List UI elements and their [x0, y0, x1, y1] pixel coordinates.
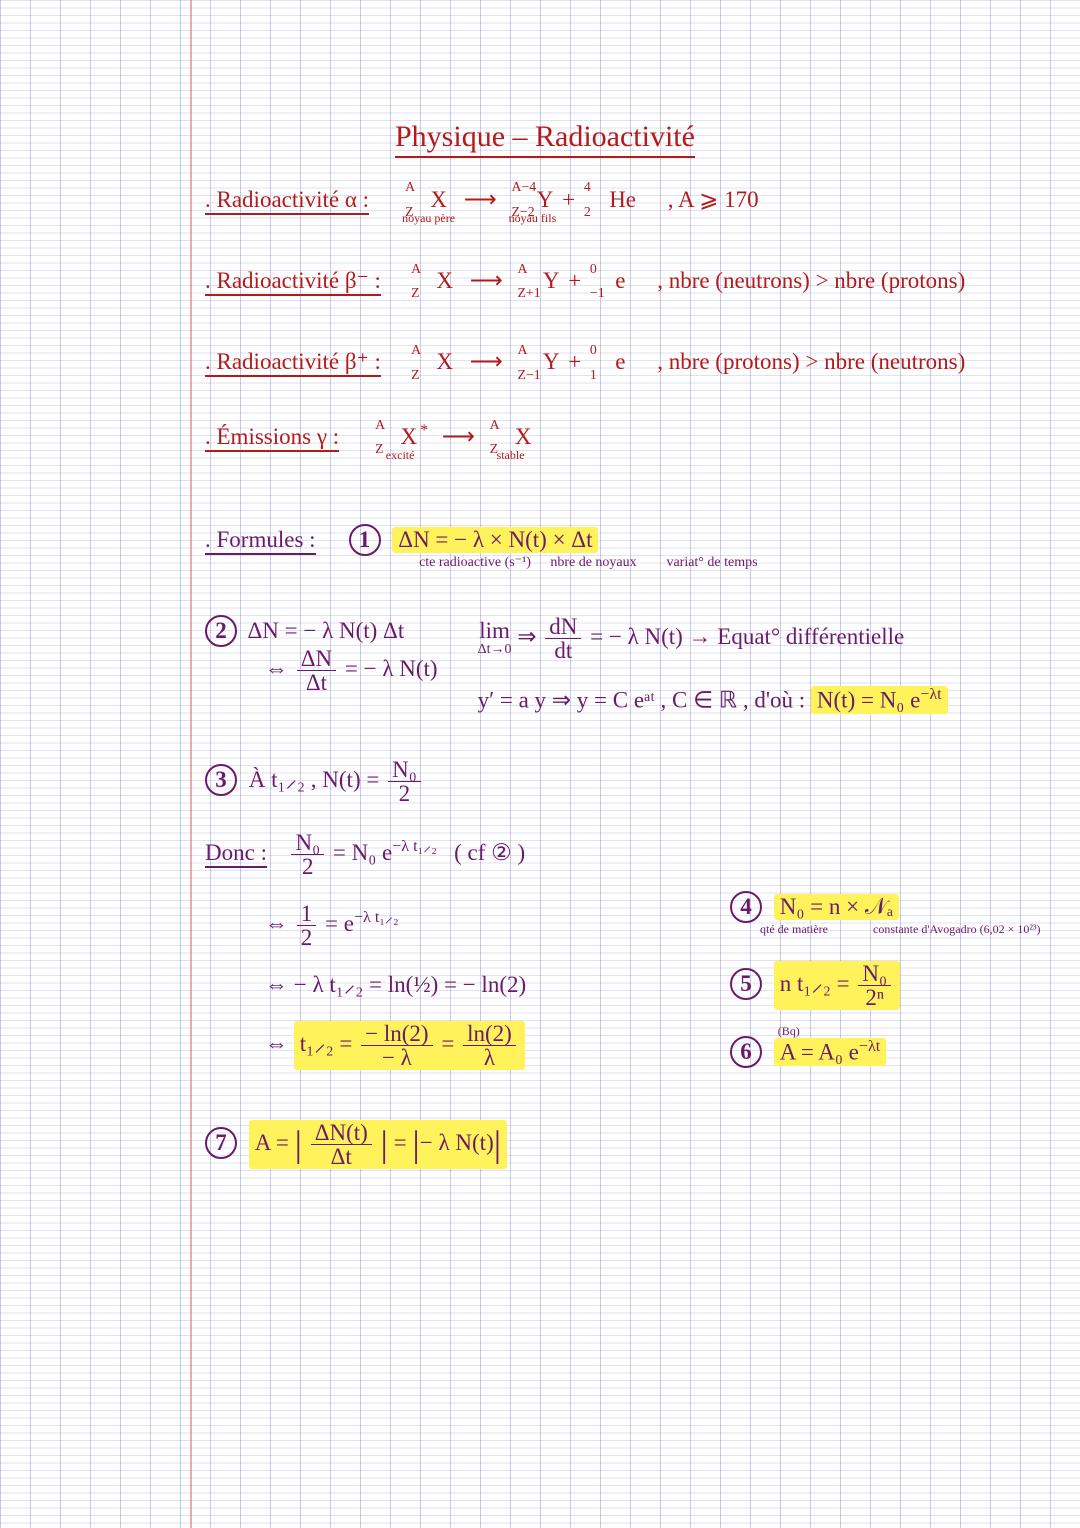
handwritten-notes: Physique – Radioactivité . Radioactivité…: [205, 120, 1060, 1195]
bullet-7: 7: [205, 1127, 237, 1159]
section-gamma: . Émissions γ : AZX* excité ⟶ AZX stable: [205, 423, 1060, 452]
section-formules: . Formules : 1 ΔN = − λ × N(t) × Δt cte …: [205, 524, 1060, 571]
bullet-5: 5: [730, 968, 762, 1000]
formula-1: ΔN = − λ × N(t) × Δt: [392, 527, 598, 553]
formula-7: 7 A = | ΔN(t)Δt | = |− λ N(t)|: [205, 1120, 1060, 1169]
bullet-1: 1: [349, 524, 381, 556]
arrow-icon: ⟶: [464, 188, 495, 212]
formula-4: N₀ = n × 𝒩ₐ: [774, 894, 899, 920]
formula-6: A = A₀ e−λt: [774, 1038, 887, 1066]
alpha-condition: , A ⩾ 170: [668, 187, 759, 212]
bullet-2: 2: [205, 615, 237, 647]
beta-plus-condition: , nbre (protons) > nbre (neutrons): [657, 349, 965, 374]
beta-plus-label: . Radioactivité β⁺ :: [205, 350, 381, 377]
bullet-4: 4: [730, 891, 762, 923]
formula-2-block: 2 ΔN = − λ N(t) Δt ⇔ ΔNΔt = − λ N(t) lim…: [205, 615, 1060, 714]
margin-line: [190, 0, 192, 1528]
gamma-label: . Émissions γ :: [205, 425, 339, 452]
bullet-3: 3: [205, 764, 237, 796]
alpha-label: . Radioactivité α :: [205, 188, 369, 215]
half-life-result: t₁⸝₂ = − ln(2)− λ = ln(2)λ: [294, 1021, 525, 1070]
formula-3: 3 À t₁⸝₂ , N(t) = N₀2: [205, 758, 1060, 805]
page-title: Physique – Radioactivité: [395, 120, 695, 158]
formules-label: . Formules :: [205, 528, 316, 555]
formula-2-result: N(t) = N₀ e−λt: [811, 686, 948, 714]
arrow-icon: ⟶: [470, 350, 501, 374]
section-beta-plus: . Radioactivité β⁺ : AZX ⟶ AZ−1Y + 01e ,…: [205, 350, 1060, 377]
section-alpha: . Radioactivité α : AZX noyau père ⟶ A−4…: [205, 188, 1060, 215]
section-beta-minus: . Radioactivité β⁻ : AZX ⟶ AZ+1Y + 0−1e …: [205, 269, 1060, 296]
donc-block: Donc : N₀2 = N₀ e−λ t₁⸝₂ ( cf ② ) ⇔ 12 =…: [205, 831, 1060, 1095]
bullet-6: 6: [730, 1036, 762, 1068]
beta-minus-label: . Radioactivité β⁻ :: [205, 269, 381, 296]
beta-minus-condition: , nbre (neutrons) > nbre (protons): [657, 268, 965, 293]
formula-5: n t₁⸝₂ = N₀2ⁿ: [774, 961, 900, 1010]
arrow-icon: ⟶: [442, 425, 473, 449]
arrow-icon: ⟶: [470, 269, 501, 293]
